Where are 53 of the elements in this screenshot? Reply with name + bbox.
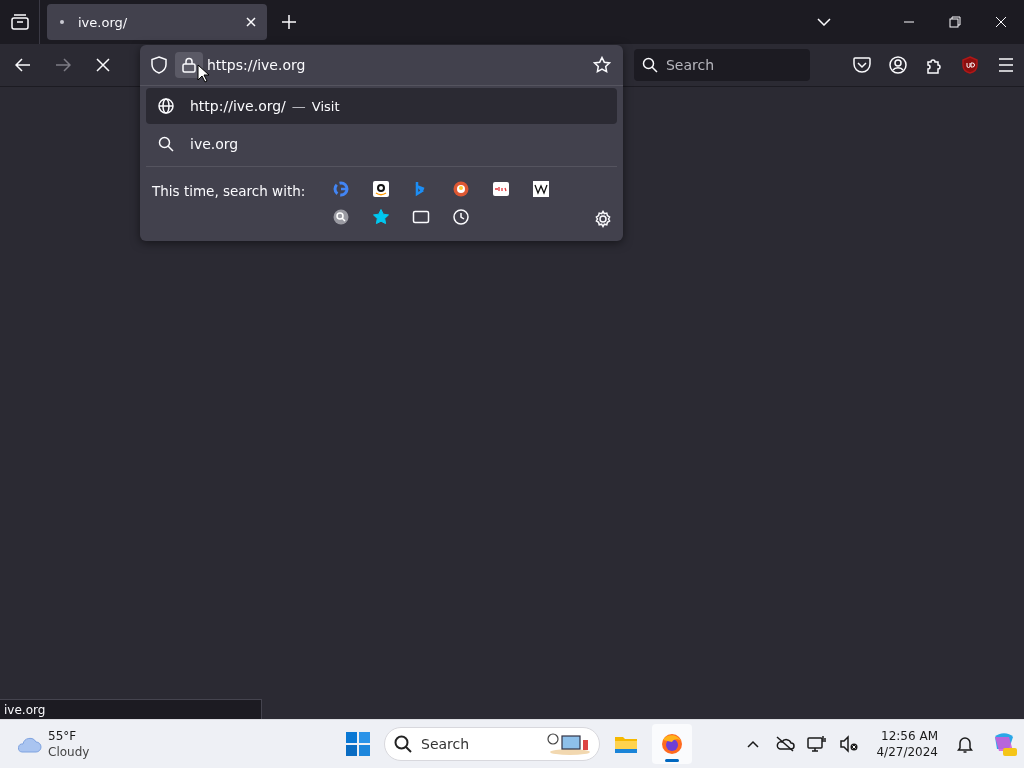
search-icon [394, 735, 412, 753]
magnifier-icon[interactable] [332, 208, 351, 226]
display-icon[interactable] [807, 735, 828, 753]
puzzle-piece-icon[interactable] [925, 56, 943, 74]
shield-badge-icon[interactable] [961, 56, 979, 74]
clock-icon[interactable] [452, 208, 471, 226]
shield-icon[interactable] [151, 56, 167, 74]
date-text[interactable]: 4/27/2024 [876, 744, 938, 760]
chevron-up-icon[interactable] [747, 740, 760, 748]
forward-icon[interactable] [54, 58, 71, 72]
suggestion-row[interactable]: http://ive.org/ — Visit [146, 88, 617, 124]
settings-icon[interactable] [594, 210, 612, 228]
tab-icon[interactable] [412, 208, 431, 226]
amazon-logo-icon[interactable] [372, 180, 391, 198]
pocket-icon[interactable] [853, 57, 871, 73]
close-icon[interactable] [245, 16, 257, 28]
back-icon[interactable] [14, 58, 31, 72]
status-text: ive.org [0, 699, 262, 719]
taskbar-app-button[interactable] [652, 724, 692, 764]
chevron-down-icon[interactable] [817, 18, 831, 26]
tab-list-icon[interactable] [10, 14, 29, 30]
taskbar-search-field[interactable]: Search [384, 727, 600, 761]
speaker-muted-icon[interactable] [839, 735, 860, 753]
windows-start-icon[interactable] [346, 732, 370, 756]
account-icon[interactable] [889, 56, 907, 74]
search-field[interactable]: Search [634, 49, 810, 81]
mouse-pointer-icon [197, 64, 209, 83]
cloud-off-icon[interactable] [775, 736, 796, 752]
wikipedia-logo-icon[interactable] [532, 180, 551, 198]
search-icon [642, 57, 658, 73]
browser-tab[interactable]: ive.org/ [47, 4, 267, 40]
separator-dash: — [291, 98, 306, 114]
desk-illustration-icon [546, 732, 592, 756]
plus-icon[interactable] [282, 15, 296, 29]
lock-icon [182, 57, 196, 73]
weather-condition: Cloudy [48, 744, 90, 760]
search-icon [158, 136, 174, 152]
one-off-label: This time, search with: [152, 183, 306, 201]
menu-icon[interactable] [998, 58, 1014, 72]
browser-globe-icon [660, 732, 684, 756]
globe-icon [158, 98, 174, 114]
suggestion-text: ive.org [190, 136, 239, 152]
restore-icon[interactable] [949, 16, 961, 28]
suggestion-url: http://ive.org/ [190, 98, 286, 114]
stop-icon[interactable] [95, 58, 110, 72]
suggestion-action: Visit [311, 98, 340, 114]
close-icon[interactable] [995, 16, 1007, 28]
temperature-text: 55°F [48, 728, 78, 744]
star-icon[interactable] [372, 208, 391, 226]
suggestion-row[interactable]: ive.org [146, 126, 617, 162]
bell-icon[interactable] [957, 735, 973, 753]
url-field[interactable]: https://ive.org [207, 57, 593, 73]
time-text[interactable]: 12:56 AM [881, 728, 938, 744]
